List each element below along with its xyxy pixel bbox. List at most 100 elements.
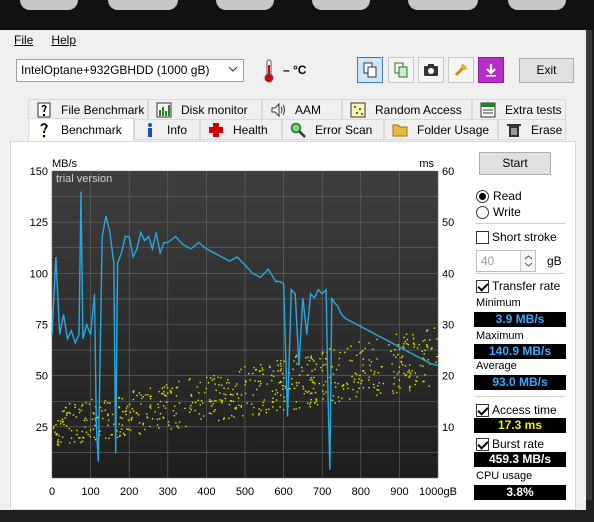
access-time-point: [408, 387, 411, 389]
access-time-point: [332, 373, 335, 375]
short-stroke-spinner[interactable]: 40: [476, 250, 536, 272]
access-time-point: [62, 436, 64, 438]
access-time-point: [403, 343, 405, 345]
access-time-point: [123, 434, 126, 436]
access-time-point: [139, 433, 142, 435]
access-time-point: [234, 385, 237, 387]
access-time-point: [430, 348, 433, 350]
access-time-point: [283, 360, 285, 363]
x-tick-label: 600: [274, 486, 292, 498]
copy-info-button[interactable]: [357, 57, 383, 83]
access-time-point: [412, 337, 415, 340]
access-time-point: [258, 414, 260, 416]
x-tick-label: 300: [159, 486, 177, 498]
tab-aam[interactable]: AAM: [262, 99, 342, 120]
access-time-point: [245, 381, 247, 384]
access-time-point: [276, 409, 278, 411]
access-time-point: [55, 423, 57, 426]
access-time-point: [162, 392, 164, 395]
access-time-point: [403, 372, 405, 375]
access-time-point: [199, 381, 201, 384]
tab-erase[interactable]: Erase: [498, 119, 566, 140]
access-time-point: [86, 419, 88, 421]
access-time-point: [311, 370, 313, 372]
write-radio[interactable]: Write: [476, 204, 521, 220]
access-time-point: [272, 397, 274, 399]
menu-help[interactable]: Help: [51, 33, 76, 51]
access-time-point: [407, 371, 409, 373]
read-radio[interactable]: Read: [476, 188, 522, 204]
tab-random-access[interactable]: Random Access: [342, 99, 472, 120]
access-time-point: [210, 400, 213, 402]
x-tick-label: 900: [390, 486, 408, 498]
benchmark-chart-svg: 0 100 200 300 400 500 600 700 800 900 1000gB 150 125…: [30, 158, 457, 498]
tab-disk-monitor[interactable]: Disk monitor: [148, 99, 262, 120]
tab-extra-tests[interactable]: Extra tests: [472, 99, 566, 120]
access-time-point: [185, 425, 187, 428]
spinner-arrows[interactable]: [520, 251, 535, 271]
access-time-point: [246, 402, 248, 404]
access-time-point: [226, 379, 229, 381]
access-time-point: [284, 385, 286, 388]
access-time-point: [358, 378, 360, 380]
exit-button[interactable]: Exit: [519, 58, 574, 83]
access-time-point: [140, 403, 142, 405]
access-time-point: [178, 421, 181, 423]
options-button[interactable]: [448, 57, 474, 83]
access-time-point: [122, 432, 125, 435]
save-button[interactable]: [478, 57, 504, 83]
access-time-point: [344, 351, 346, 354]
access-time-point: [283, 400, 286, 402]
access-time-point: [235, 406, 237, 409]
access-time-point: [262, 404, 264, 407]
read-label: Read: [493, 189, 522, 203]
access-time-point: [308, 359, 311, 362]
access-time-point: [84, 417, 87, 420]
burst-rate-checkbox[interactable]: Burst rate: [476, 436, 544, 452]
access-time-point: [393, 376, 396, 379]
access-time-point: [204, 391, 206, 394]
access-time-point: [279, 394, 282, 396]
access-time-point: [60, 420, 62, 423]
access-time-point: [276, 360, 279, 362]
access-time-point: [262, 373, 264, 376]
access-time-point: [189, 411, 191, 413]
transfer-rate-checkbox[interactable]: Transfer rate: [476, 278, 560, 294]
access-time-point: [121, 417, 123, 419]
copy-text-button[interactable]: [388, 57, 414, 83]
access-time-checkbox[interactable]: Access time: [476, 402, 557, 418]
checkbox-box: [476, 403, 489, 417]
access-time-point: [301, 370, 304, 372]
radio-dot: [476, 189, 489, 203]
access-time-point: [411, 370, 413, 372]
menu-file[interactable]: File: [14, 33, 33, 51]
start-button[interactable]: Start: [479, 152, 551, 175]
access-time-point: [75, 416, 78, 418]
tab-file-benchmark[interactable]: File Benchmark: [28, 99, 148, 120]
screenshot-button[interactable]: [418, 57, 444, 83]
access-time-point: [360, 351, 363, 353]
drive-select[interactable]: IntelOptane+932GBHDD (1000 gB): [16, 59, 244, 82]
access-time-point: [196, 386, 198, 388]
access-time-point: [318, 382, 321, 385]
access-time-point: [164, 407, 167, 409]
short-stroke-checkbox[interactable]: Short stroke: [476, 229, 557, 245]
access-time-point: [74, 403, 76, 406]
access-time-point: [214, 409, 216, 411]
access-time-point: [188, 379, 190, 381]
access-time-point: [338, 364, 340, 366]
access-time-point: [347, 387, 349, 389]
access-time-point: [396, 391, 398, 394]
minimum-value: 3.9 MB/s: [474, 312, 566, 327]
y-left-tick-label: 125: [30, 217, 48, 229]
access-time-point: [107, 402, 109, 404]
access-time-point: [398, 371, 400, 373]
access-time-point: [278, 381, 281, 384]
maximum-value: 140.9 MB/s: [474, 344, 566, 359]
access-time-point: [395, 333, 398, 335]
access-time-point: [94, 424, 96, 427]
access-time-point: [368, 387, 370, 389]
access-time-point: [133, 410, 135, 412]
access-time-point: [70, 429, 73, 432]
y-right-tick-label: 40: [442, 268, 454, 280]
